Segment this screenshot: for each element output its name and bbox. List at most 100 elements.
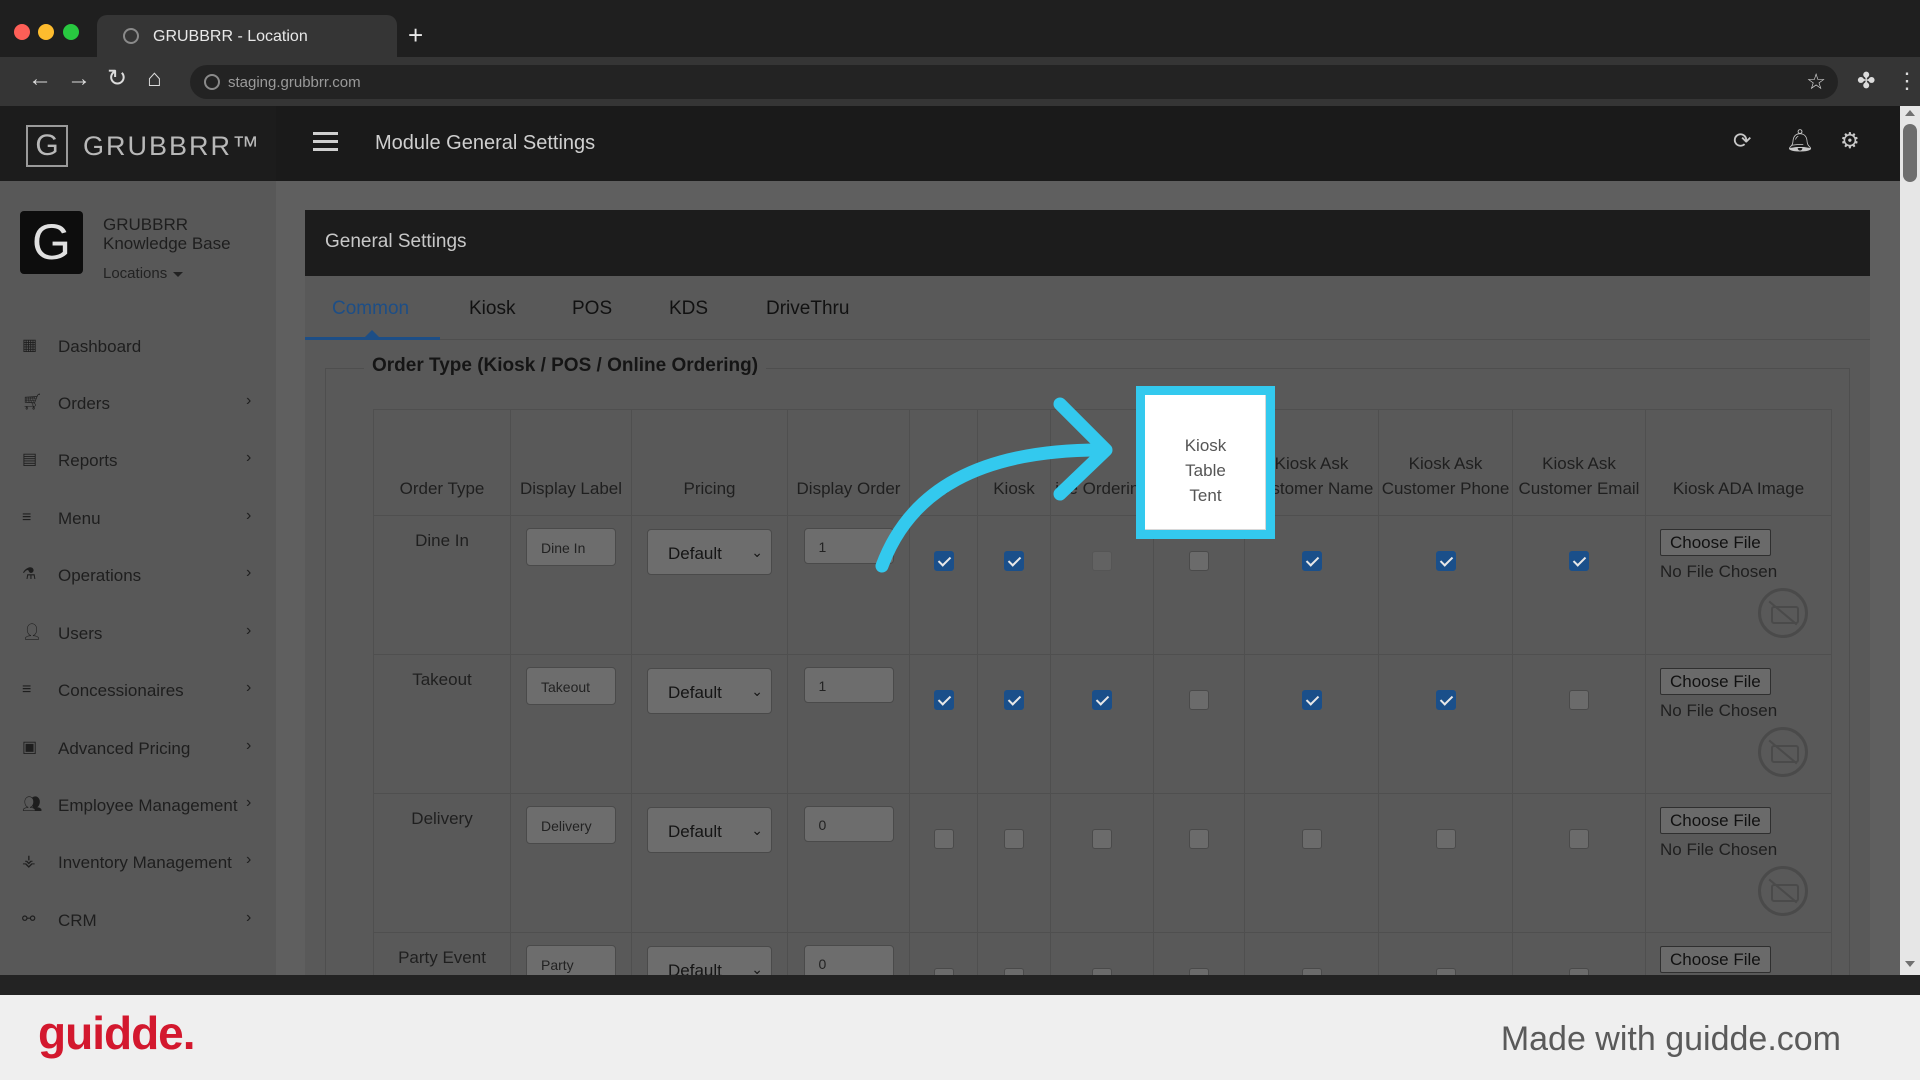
page-scrollbar[interactable] xyxy=(1900,106,1920,975)
locations-dropdown[interactable]: Locations xyxy=(103,265,184,282)
tab-kds[interactable]: KDS xyxy=(669,298,708,320)
no-file-chosen-text: No File Chosen xyxy=(1660,840,1778,859)
sidebar-item-menu[interactable]: ≡ Menu › xyxy=(0,498,276,538)
ask-phone-checkbox[interactable] xyxy=(1435,690,1456,710)
pointer-arrow-icon xyxy=(875,397,1113,573)
table-tent-checkbox[interactable] xyxy=(1189,829,1209,849)
highlight-label-line: Kiosk xyxy=(1184,436,1227,455)
pricing-select[interactable]: Default ⌄ xyxy=(647,807,772,853)
bookmark-star-icon[interactable]: ☆ xyxy=(1806,69,1826,95)
tab-pos[interactable]: POS xyxy=(572,298,612,320)
report-icon: ▤ xyxy=(22,451,38,468)
ask-phone-checkbox[interactable] xyxy=(1435,829,1456,849)
sidebar-item-inventory-management[interactable]: ⚶ Inventory Management › xyxy=(0,842,276,882)
no-file-chosen-text: No File Chosen xyxy=(1660,701,1778,720)
section-title: General Settings xyxy=(325,231,467,252)
sidebar-item-employee-management[interactable]: 👥︎ Employee Management › xyxy=(0,785,276,825)
browser-menu-icon[interactable]: ⋮ xyxy=(1896,68,1918,94)
back-arrow-icon[interactable]: ← xyxy=(28,67,52,91)
display-order-input[interactable]: 0 xyxy=(803,806,894,842)
refresh-icon[interactable]: ⟳ xyxy=(1733,128,1751,154)
home-icon[interactable]: ⌂ xyxy=(147,67,162,91)
ask-email-checkbox[interactable] xyxy=(1569,551,1589,571)
pricing-select[interactable]: Default ⌄ xyxy=(647,668,772,714)
extensions-puzzle-icon[interactable]: ✤ xyxy=(1857,68,1875,94)
pos-checkbox[interactable] xyxy=(933,690,954,710)
ask-name-checkbox[interactable] xyxy=(1301,829,1322,849)
list-icon: ≡ xyxy=(22,681,32,698)
close-window-button[interactable] xyxy=(14,24,30,40)
display-label-input[interactable]: Delivery xyxy=(526,806,616,844)
display-label-input[interactable]: Dine In xyxy=(526,528,616,566)
sidebar-item-concessionaires[interactable]: ≡ Concessionaires › xyxy=(0,670,276,710)
new-tab-button[interactable]: + xyxy=(408,22,423,48)
minimize-window-button[interactable] xyxy=(38,24,54,40)
forward-arrow-icon[interactable]: → xyxy=(67,67,91,91)
sidebar-item-crm[interactable]: ⚯ CRM › xyxy=(0,900,276,940)
scroll-up-arrow-icon[interactable] xyxy=(1905,110,1915,116)
site-info-icon[interactable] xyxy=(204,74,220,90)
order-type-cell: Takeout xyxy=(373,654,511,794)
chevron-right-icon: › xyxy=(246,392,252,409)
sidebar-item-dashboard[interactable]: ▦ Dashboard xyxy=(0,326,276,366)
sitemap-icon: ⚶ xyxy=(22,853,36,870)
online-checkbox[interactable] xyxy=(1092,690,1112,710)
chevron-right-icon: › xyxy=(246,909,252,926)
highlight-label-line: Table xyxy=(1185,461,1226,480)
display-order-input[interactable]: 1 xyxy=(803,667,894,703)
ask-phone-checkbox[interactable] xyxy=(1435,551,1456,571)
column-header-ada-image: Kiosk ADA Image xyxy=(1645,409,1832,516)
pos-checkbox[interactable] xyxy=(933,829,954,849)
pricing-cell: Default ⌄ xyxy=(631,654,788,794)
sidebar-item-label: Inventory Management xyxy=(58,853,232,872)
kiosk-cell xyxy=(977,793,1051,933)
ask-email-checkbox[interactable] xyxy=(1569,690,1589,710)
browser-nav-bar: ← → ↻ ⌂ staging.grubbrr.com ☆ ✤ ⋮ xyxy=(0,57,1920,106)
kiosk-checkbox[interactable] xyxy=(1004,829,1024,849)
maximize-window-button[interactable] xyxy=(63,24,79,40)
tab-common[interactable]: Common xyxy=(332,298,409,320)
table-tent-cell xyxy=(1153,654,1245,794)
flask-icon: ⚗ xyxy=(22,566,37,583)
sidebar-item-reports[interactable]: ▤ Reports › xyxy=(0,440,276,480)
tab-kiosk[interactable]: Kiosk xyxy=(469,298,515,320)
choose-file-button[interactable]: Choose File xyxy=(1660,946,1771,973)
kiosk-checkbox[interactable] xyxy=(1004,690,1024,710)
chevron-right-icon: › xyxy=(246,622,252,639)
sidebar-item-advanced-pricing[interactable]: ▣ Advanced Pricing › xyxy=(0,728,276,768)
highlight-box: Kiosk Table Tent xyxy=(1136,386,1275,539)
pricing-select[interactable]: Default ⌄ xyxy=(647,529,772,575)
choose-file-button[interactable]: Choose File xyxy=(1660,529,1771,556)
sidebar-item-users[interactable]: 👤︎ Users › xyxy=(0,613,276,653)
scroll-thumb[interactable] xyxy=(1903,124,1917,182)
scroll-down-arrow-icon[interactable] xyxy=(1905,961,1915,967)
sidebar-item-operations[interactable]: ⚗ Operations › xyxy=(0,555,276,595)
display-label-input[interactable]: Takeout xyxy=(526,667,616,705)
reload-icon[interactable]: ↻ xyxy=(107,67,127,91)
org-avatar: G xyxy=(20,211,83,274)
table-tent-checkbox[interactable] xyxy=(1189,690,1209,710)
users-icon: 👥︎ xyxy=(22,796,43,813)
settings-tabs: Common Kiosk POS KDS DriveThru xyxy=(305,276,1870,340)
choose-file-button[interactable]: Choose File xyxy=(1660,807,1771,834)
ask-name-checkbox[interactable] xyxy=(1301,551,1322,571)
hamburger-menu-icon[interactable] xyxy=(313,132,338,152)
ask-email-checkbox[interactable] xyxy=(1569,829,1589,849)
gear-icon[interactable]: ⚙ xyxy=(1840,128,1860,154)
sidebar-item-orders[interactable]: 🛒︎ Orders › xyxy=(0,383,276,423)
highlighted-header-cell: Kiosk Table Tent xyxy=(1145,395,1266,530)
active-tab-notch xyxy=(365,330,379,337)
no-camera-icon xyxy=(1758,588,1808,638)
chevron-right-icon: › xyxy=(246,679,252,696)
choose-file-button[interactable]: Choose File xyxy=(1660,668,1771,695)
online-checkbox[interactable] xyxy=(1092,829,1112,849)
address-bar[interactable]: staging.grubbrr.com ☆ xyxy=(190,65,1838,99)
pricing-select-value: Default xyxy=(668,683,722,702)
ask-name-checkbox[interactable] xyxy=(1301,690,1322,710)
column-header-ask-email: Kiosk Ask Customer Email xyxy=(1512,409,1646,516)
table-tent-checkbox[interactable] xyxy=(1189,551,1209,571)
bell-icon[interactable]: 🔔︎ xyxy=(1786,128,1814,154)
browser-tab[interactable]: GRUBBRR - Location xyxy=(97,15,397,57)
tab-drivethru[interactable]: DriveThru xyxy=(766,298,849,320)
ask-phone-cell xyxy=(1378,515,1513,655)
